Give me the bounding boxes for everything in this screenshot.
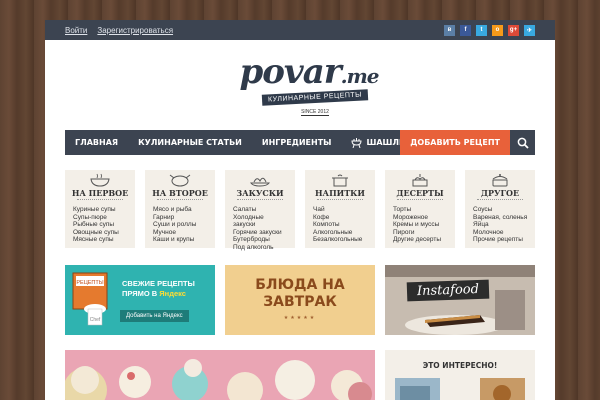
sidebar-thumbnail[interactable] <box>395 378 440 400</box>
yandex-banner-line2: ПРЯМО В <box>122 289 158 298</box>
logo-suffix: .me <box>340 64 380 88</box>
recipe-book-icon: РЕЦЕПТЫ Chef <box>72 272 108 326</box>
list-item[interactable]: Алкогольные <box>313 229 362 237</box>
social-icons: в f t о g+ ✈ <box>444 24 535 36</box>
list-item[interactable]: Горячие закуски <box>233 229 282 237</box>
page-container: Войти Зарегистрироваться в f t о g+ ✈ po… <box>45 20 555 400</box>
yandex-banner-text: СВЕЖИЕ РЕЦЕПТЫ ПРЯМО В Яндекс <box>122 279 195 299</box>
add-recipe-button[interactable]: ДОБАВИТЬ РЕЦЕПТ <box>400 130 510 155</box>
logo-wordmark: povar.me <box>239 52 380 94</box>
category-title[interactable]: НА ВТОРОЕ <box>145 188 215 198</box>
category-first-course: НА ПЕРВОЕ Куриные супы Супы-пюре Рыбные … <box>65 170 135 248</box>
list-item[interactable]: Мясо и рыба <box>153 206 196 214</box>
paper-plane-icon[interactable]: ✈ <box>524 24 535 36</box>
category-drinks: НАПИТКИ Чай Кофе Компоты Алкогольные Без… <box>305 170 375 248</box>
list-item[interactable]: Куриные супы <box>73 206 119 214</box>
list-item[interactable]: Чай <box>313 206 362 214</box>
search-button[interactable] <box>510 130 535 155</box>
list-item[interactable]: Каши и крупы <box>153 236 196 244</box>
category-snacks: ЗАКУСКИ Салаты Холодные закуски Горячие … <box>225 170 295 251</box>
search-icon <box>517 137 529 149</box>
list-item[interactable]: Яйца <box>473 221 527 229</box>
facebook-icon[interactable]: f <box>460 24 471 36</box>
yandex-banner[interactable]: РЕЦЕПТЫ Chef СВЕЖИЕ РЕЦЕПТЫ ПРЯМО В Янде… <box>65 265 215 335</box>
sidebar-title: ЭТО ИНТЕРЕСНО! <box>422 361 498 370</box>
breakfast-stars: ★★★★★ <box>283 315 317 321</box>
list-item[interactable]: Торты <box>393 206 441 214</box>
list-item[interactable]: Безалкогольные <box>313 236 362 244</box>
lidded-pot-icon <box>492 174 508 187</box>
breakfast-banner-text: БЛЮДА НА ЗАВТРАК <box>225 277 375 311</box>
list-item[interactable]: Салаты <box>233 206 282 214</box>
list-item[interactable]: Холодные <box>233 214 282 222</box>
category-title[interactable]: ДЕСЕРТЫ <box>385 188 455 198</box>
roast-chicken-icon <box>169 174 191 187</box>
list-item[interactable]: закуски <box>233 221 282 229</box>
sidebar-interesting: ЭТО ИНТЕРЕСНО! <box>385 350 535 400</box>
instafood-label: Instafood <box>406 279 490 302</box>
list-item[interactable]: Овощные супы <box>73 229 119 237</box>
snack-icon <box>250 177 270 187</box>
list-item[interactable]: Кофе <box>313 214 362 222</box>
list-item[interactable]: Мясные супы <box>73 236 119 244</box>
instafood-banner[interactable]: Instafood <box>385 265 535 335</box>
top-bar: Войти Зарегистрироваться в f t о g+ ✈ <box>45 20 555 40</box>
soup-bowl-icon <box>90 173 110 187</box>
main-nav: ГЛАВНАЯ КУЛИНАРНЫЕ СТАТЬИ ИНГРЕДИЕНТЫ ША… <box>65 130 535 155</box>
twitter-icon[interactable]: t <box>476 24 487 36</box>
list-item[interactable]: Мороженое <box>393 214 441 222</box>
recipe-book-label: РЕЦЕПТЫ <box>76 280 103 286</box>
list-item[interactable]: Другие десерты <box>393 236 441 244</box>
logo-since: SINCE 2012 <box>301 109 329 116</box>
yandex-banner-line1: СВЕЖИЕ РЕЦЕПТЫ <box>122 279 195 288</box>
category-title[interactable]: ЗАКУСКИ <box>225 188 295 198</box>
list-item[interactable]: Компоты <box>313 221 362 229</box>
list-item[interactable]: Молочное <box>473 229 527 237</box>
breakfast-line2: ЗАВТРАК <box>263 294 337 310</box>
vk-icon[interactable]: в <box>444 24 455 36</box>
list-item[interactable]: Пироги <box>393 229 441 237</box>
add-to-yandex-button[interactable]: Добавить на Яндекс <box>120 310 189 322</box>
login-link[interactable]: Войти <box>65 26 87 35</box>
list-item[interactable]: Вареная, соленья <box>473 214 527 222</box>
breakfast-line1: БЛЮДА НА <box>255 277 345 293</box>
list-item[interactable]: Под алкоголь <box>233 244 282 252</box>
category-grid: НА ПЕРВОЕ Куриные супы Супы-пюре Рыбные … <box>65 170 535 251</box>
list-item[interactable]: Гарнир <box>153 214 196 222</box>
category-second-course: НА ВТОРОЕ Мясо и рыба Гарнир Суши и ролл… <box>145 170 215 248</box>
cupcakes-image <box>65 350 375 400</box>
grill-icon <box>351 137 362 148</box>
list-item[interactable]: Супы-пюре <box>73 214 119 222</box>
list-item[interactable]: Рыбные супы <box>73 221 119 229</box>
category-title[interactable]: НАПИТКИ <box>305 188 375 198</box>
list-item[interactable]: Кремы и муссы <box>393 221 441 229</box>
googleplus-icon[interactable]: g+ <box>508 24 519 36</box>
nav-ingredients[interactable]: ИНГРЕДИЕНТЫ <box>252 138 342 147</box>
register-link[interactable]: Зарегистрироваться <box>97 26 173 35</box>
breakfast-banner[interactable]: БЛЮДА НА ЗАВТРАК ★★★★★ <box>225 265 375 335</box>
sidebar-thumbnail[interactable] <box>480 378 525 400</box>
auth-links: Войти Зарегистрироваться <box>65 26 173 35</box>
list-item[interactable]: Мучное <box>153 229 196 237</box>
list-item[interactable]: Соусы <box>473 206 527 214</box>
list-item[interactable]: Бутерброды <box>233 236 282 244</box>
cake-icon <box>412 174 428 187</box>
list-item[interactable]: Прочие рецепты <box>473 236 527 244</box>
logo-word: povar <box>239 52 341 92</box>
category-title[interactable]: ДРУГОЕ <box>465 188 535 198</box>
cupcakes-photo[interactable] <box>65 350 375 400</box>
category-title[interactable]: НА ПЕРВОЕ <box>65 188 135 198</box>
category-desserts: ДЕСЕРТЫ Торты Мороженое Кремы и муссы Пи… <box>385 170 455 248</box>
list-item[interactable]: Суши и роллы <box>153 221 196 229</box>
site-logo[interactable]: povar.me КУЛИНАРНЫЕ РЕЦЕПТЫ SINCE 2012 <box>45 40 555 130</box>
category-other: ДРУГОЕ Соусы Вареная, соленья Яйца Молоч… <box>465 170 535 248</box>
pot-icon <box>332 174 348 187</box>
nav-home[interactable]: ГЛАВНАЯ <box>65 138 128 147</box>
yandex-brand: Яндекс <box>159 289 186 298</box>
odnoklassniki-icon[interactable]: о <box>492 24 503 36</box>
chef-hat-label: Chef <box>90 317 101 323</box>
nav-articles[interactable]: КУЛИНАРНЫЕ СТАТЬИ <box>128 138 252 147</box>
